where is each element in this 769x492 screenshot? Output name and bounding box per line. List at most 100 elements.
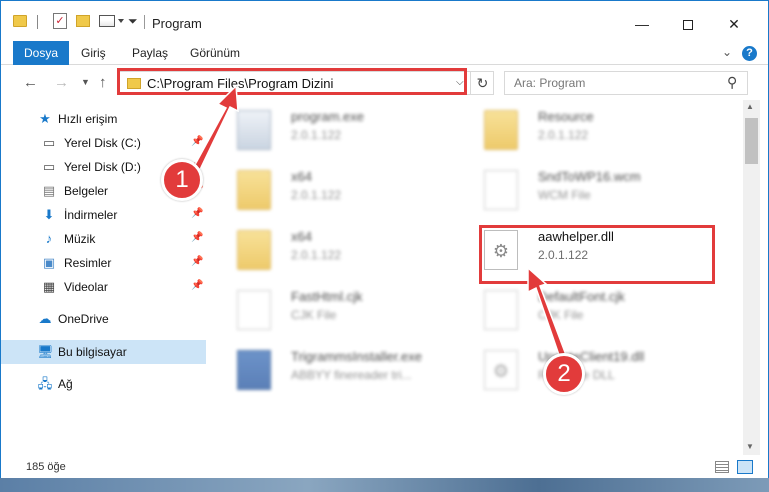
window-title: Program xyxy=(152,16,202,31)
file-item[interactable]: Resource 2.0.1.122 xyxy=(468,100,718,158)
address-path[interactable]: C:\Program Files\Program Dizini xyxy=(147,76,333,91)
cloud-icon: ☁ xyxy=(38,311,52,326)
search-placeholder: Ara: Program xyxy=(514,76,586,90)
drive-icon: ▭ xyxy=(42,135,56,150)
back-button[interactable]: ← xyxy=(23,74,38,91)
customize-toolbar-icon[interactable]: ⏷ xyxy=(128,14,138,29)
file-name: Resource xyxy=(538,109,594,124)
tab-share[interactable]: Paylaş xyxy=(132,41,168,65)
sidebar-item-quick-access[interactable]: ★ Hızlı erişim xyxy=(1,107,206,131)
scroll-down-icon[interactable]: ▼ xyxy=(746,442,754,451)
close-button[interactable]: ✕ xyxy=(711,9,757,39)
file-item-aawhelper[interactable]: ⚙ aawhelper.dll 2.0.1.122 xyxy=(468,220,718,278)
maximize-button[interactable] xyxy=(665,9,711,39)
toolbar-separator xyxy=(37,15,38,29)
folder-icon xyxy=(237,170,271,210)
search-input[interactable]: Ara: Program ⚲ xyxy=(504,71,748,95)
document-icon xyxy=(237,290,271,330)
pictures-icon: ▣ xyxy=(42,255,56,270)
sidebar-item-videos[interactable]: ▦ Videolar 📌 xyxy=(1,275,206,299)
new-folder-icon[interactable] xyxy=(76,15,90,27)
properties-check-icon[interactable]: ✓ xyxy=(53,13,67,29)
recent-locations-icon[interactable]: ▼ xyxy=(81,77,90,87)
sidebar-item-downloads[interactable]: ⬇ İndirmeler 📌 xyxy=(1,203,206,227)
pin-icon[interactable]: 📌 xyxy=(191,136,203,147)
file-version: 2.0.1.122 xyxy=(291,188,342,202)
address-bar[interactable]: C:\Program Files\Program Dizini ⌵ ↻ xyxy=(119,71,494,95)
tab-home[interactable]: Giriş xyxy=(81,41,106,65)
file-item[interactable]: program.exe 2.0.1.122 xyxy=(221,100,471,158)
file-item[interactable]: DefaultFont.cjk CJK File xyxy=(468,280,718,338)
scroll-up-icon[interactable]: ▲ xyxy=(746,102,754,111)
dll-gear-icon: ⚙ xyxy=(484,350,518,390)
tab-view[interactable]: Görünüm xyxy=(190,41,240,65)
file-type: ABBYY finereader tri... xyxy=(291,368,412,382)
file-name: x64 xyxy=(291,229,312,244)
file-version: 2.0.1.122 xyxy=(291,128,342,142)
sidebar-item-label: Bu bilgisayar xyxy=(58,345,127,359)
download-icon: ⬇ xyxy=(43,207,55,222)
sidebar-item-label: OneDrive xyxy=(58,312,109,326)
sidebar-item-this-pc[interactable]: 🖥 Bu bilgisayar xyxy=(1,340,206,364)
sidebar-item-music[interactable]: ♪ Müzik 📌 xyxy=(1,227,206,251)
pin-icon[interactable]: 📌 xyxy=(191,280,203,291)
item-count: 185 öğe xyxy=(26,461,66,473)
sidebar-item-network[interactable]: 🖧 Ağ xyxy=(1,372,206,396)
chevron-down-icon[interactable] xyxy=(118,19,124,23)
file-type: CJK File xyxy=(291,308,337,322)
documents-icon: ▤ xyxy=(42,183,56,198)
music-icon: ♪ xyxy=(45,231,53,246)
document-icon xyxy=(484,290,518,330)
file-item[interactable]: ⚙ UpdateClient19.dll Resource DLL xyxy=(468,340,718,398)
file-name: x64 xyxy=(291,169,312,184)
up-button[interactable]: ↑ xyxy=(99,74,107,91)
forward-button[interactable]: → xyxy=(54,74,69,91)
sidebar-item-pictures[interactable]: ▣ Resimler 📌 xyxy=(1,251,206,275)
search-icon[interactable]: ⚲ xyxy=(727,74,737,91)
sidebar-item-label: Yerel Disk (C:) xyxy=(64,136,141,150)
star-icon: ★ xyxy=(39,111,51,126)
file-item[interactable]: TrigrammsInstaller.exe ABBYY finereader … xyxy=(221,340,471,398)
computer-icon: 🖥 xyxy=(37,344,54,359)
vertical-scrollbar[interactable]: ▲ ▼ xyxy=(743,100,760,455)
sidebar-item-onedrive[interactable]: ☁ OneDrive xyxy=(1,307,206,331)
details-view-icon[interactable] xyxy=(715,461,729,473)
help-icon[interactable]: ? xyxy=(742,46,757,61)
file-item[interactable]: x64 2.0.1.122 xyxy=(221,160,471,218)
network-icon: 🖧 xyxy=(37,376,53,391)
large-icons-view-icon[interactable] xyxy=(737,460,753,474)
title-bar: ✓ ⏷ Program — ✕ xyxy=(1,1,768,41)
step-1-callout: 1 xyxy=(161,159,203,201)
pin-icon[interactable]: 📌 xyxy=(191,256,203,267)
explorer-window: ✓ ⏷ Program — ✕ Dosya Giriş Paylaş Görün… xyxy=(0,0,769,480)
navigation-pane: ★ Hızlı erişim ▭ Yerel Disk (C:) 📌 ▭ Yer… xyxy=(1,100,211,455)
pin-icon[interactable]: 📌 xyxy=(191,208,203,219)
view-properties-icon[interactable] xyxy=(99,15,115,27)
file-name: aawhelper.dll xyxy=(538,229,614,244)
drive-icon: ▭ xyxy=(42,159,56,174)
file-item[interactable]: FastHtml.cjk CJK File xyxy=(221,280,471,338)
refresh-button[interactable]: ↻ xyxy=(470,72,494,94)
minimize-button[interactable]: — xyxy=(619,9,665,39)
folder-icon xyxy=(13,15,27,27)
file-item[interactable]: SndToWP16.wcm WCM File xyxy=(468,160,718,218)
file-item[interactable]: x64 2.0.1.122 xyxy=(221,220,471,278)
file-version: 2.0.1.122 xyxy=(291,248,342,262)
sidebar-item-label: Ağ xyxy=(58,377,73,391)
expand-ribbon-icon[interactable]: ⌄ xyxy=(722,45,732,59)
sidebar-item-disk-c[interactable]: ▭ Yerel Disk (C:) 📌 xyxy=(1,131,206,155)
title-separator xyxy=(144,15,145,29)
file-list: program.exe 2.0.1.122 Resource 2.0.1.122… xyxy=(211,100,743,455)
sidebar-item-label: Müzik xyxy=(64,232,96,246)
navigation-bar: ← → ▼ ↑ C:\Program Files\Program Dizini … xyxy=(1,66,768,100)
file-name: FastHtml.cjk xyxy=(291,289,363,304)
folder-icon xyxy=(237,230,271,270)
file-name: DefaultFont.cjk xyxy=(538,289,625,304)
video-icon: ▦ xyxy=(42,279,56,294)
chevron-down-icon[interactable]: ⌵ xyxy=(456,77,464,88)
dll-gear-icon: ⚙ xyxy=(484,230,518,270)
scroll-thumb[interactable] xyxy=(745,118,758,164)
pin-icon[interactable]: 📌 xyxy=(191,232,203,243)
tab-file[interactable]: Dosya xyxy=(13,41,69,65)
desktop-background xyxy=(0,478,769,492)
